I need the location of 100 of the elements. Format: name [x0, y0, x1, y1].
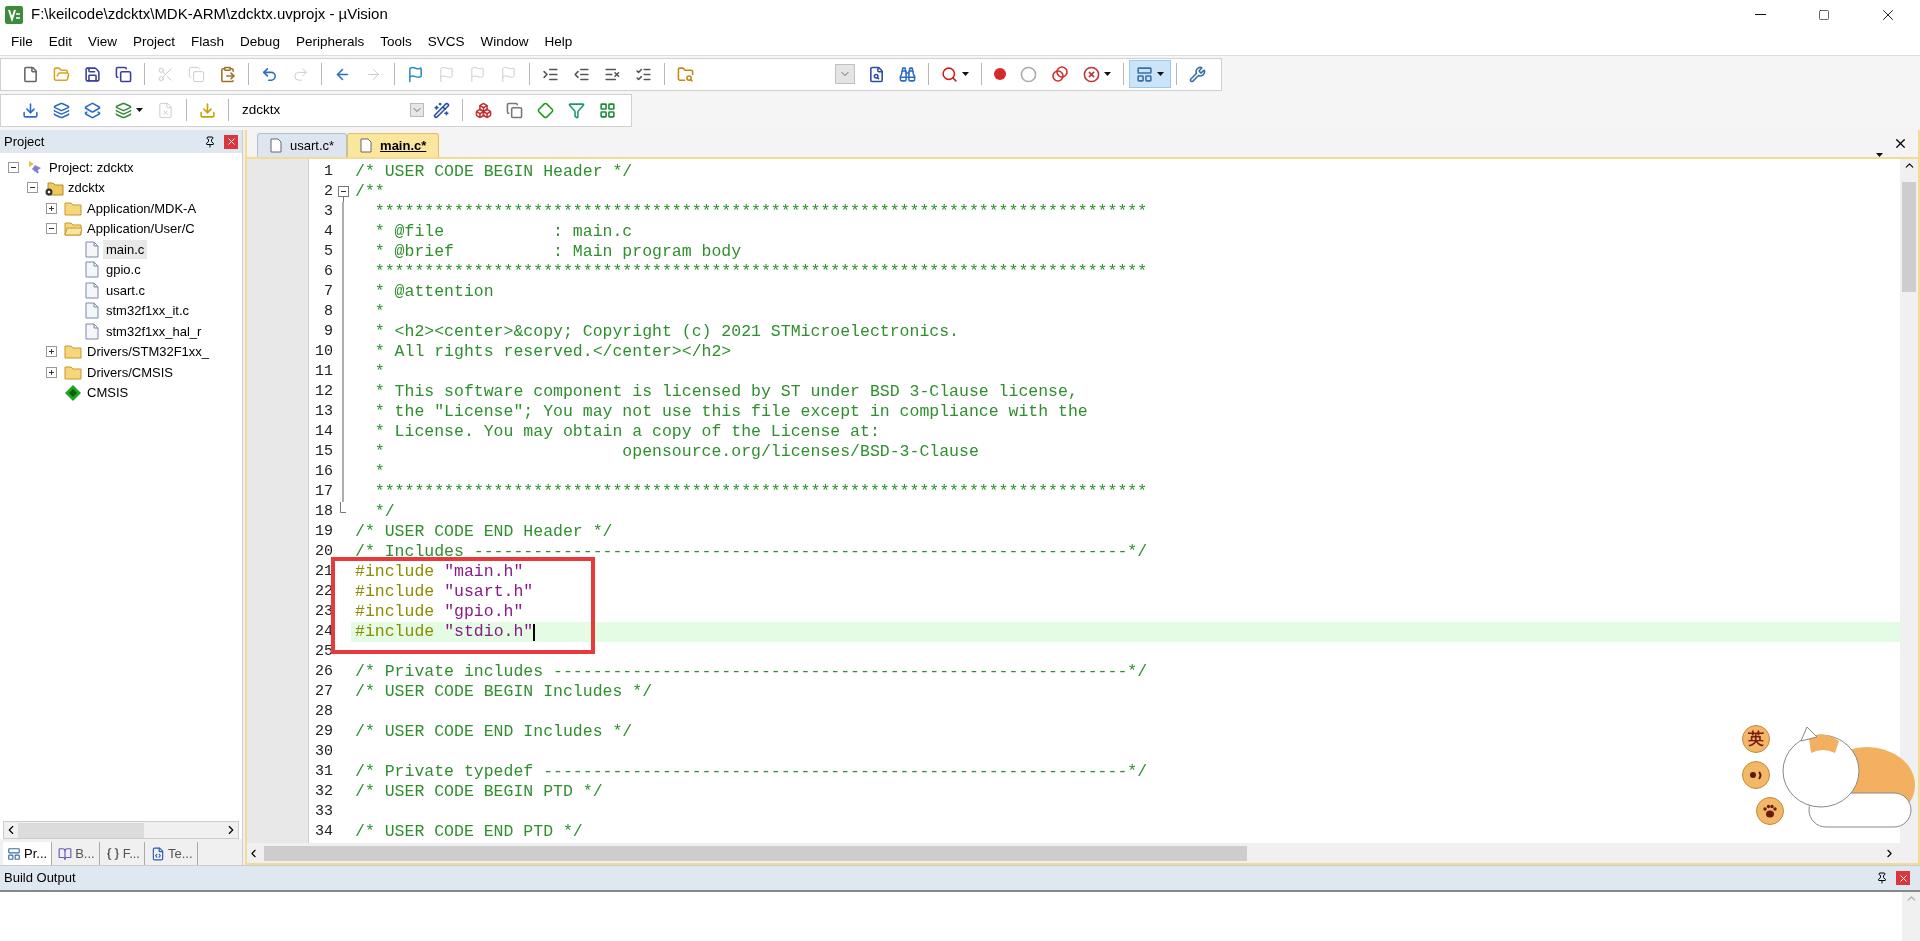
- code-line: * This software component is licensed by ST under BSD 3-Clause license,: [373, 380, 1078, 403]
- expand-icon[interactable]: [46, 202, 57, 214]
- tree-item[interactable]: main.c: [103, 239, 148, 259]
- tree-item[interactable]: zdcktx: [65, 178, 108, 198]
- project-window-icon: [7, 846, 21, 861]
- menu-item[interactable]: Debug: [232, 31, 288, 53]
- code-line: /* Includes ------------------------------------------------------------------*/: [355, 540, 1148, 563]
- line-number: 10: [314, 341, 334, 362]
- menu-item[interactable]: Peripherals: [287, 31, 373, 53]
- line-number: 27: [314, 681, 334, 702]
- pin-icon[interactable]: [204, 135, 216, 148]
- template-icon: [151, 846, 165, 861]
- restore-icon: [1818, 8, 1830, 21]
- expand-icon[interactable]: [46, 366, 57, 378]
- panel-tab[interactable]: Pr...: [3, 842, 53, 865]
- menu-item[interactable]: Flash: [183, 31, 233, 53]
- scrollbar-thumb[interactable]: [1902, 182, 1916, 292]
- tree-item[interactable]: CMSIS: [84, 383, 132, 403]
- code-line: ******************************************************************************: [373, 480, 1148, 503]
- text-cursor: [533, 623, 536, 641]
- code-line: /* USER CODE END PTD */: [355, 820, 583, 843]
- line-number: 14: [314, 421, 334, 442]
- collapse-icon[interactable]: [8, 161, 19, 173]
- tree-item[interactable]: Application/User/C: [84, 219, 198, 239]
- line-number: 34: [314, 821, 334, 842]
- line-number: 30: [314, 741, 334, 762]
- minimize-icon: [1754, 14, 1766, 15]
- collapse-icon[interactable]: [46, 223, 57, 235]
- scrollbar-thumb[interactable]: [264, 845, 1247, 861]
- tree-item[interactable]: stm32f1xx_it.c: [103, 301, 193, 321]
- code-line: /* USER CODE BEGIN PTD */: [355, 780, 603, 803]
- menu-item[interactable]: Window: [472, 31, 537, 53]
- paw-icon: [1762, 803, 1778, 819]
- line-number: 32: [314, 781, 334, 802]
- tree-item[interactable]: gpio.c: [103, 260, 144, 280]
- pin-icon[interactable]: [1876, 872, 1888, 884]
- tree-item[interactable]: usart.c: [103, 280, 148, 300]
- panel-title: Project: [4, 132, 46, 151]
- collapse-icon[interactable]: [27, 182, 38, 194]
- line-number: 18: [314, 501, 334, 522]
- menu-item[interactable]: Tools: [372, 31, 420, 53]
- line-number: 28: [314, 701, 334, 722]
- tree-item[interactable]: Application/MDK-A: [84, 198, 200, 218]
- code-line: ******************************************************************************: [373, 200, 1148, 223]
- file-icon: [360, 138, 373, 153]
- books-icon: [58, 846, 73, 861]
- menu-item[interactable]: Project: [125, 31, 184, 53]
- vertical-scrollbar[interactable]: [1900, 159, 1918, 843]
- diamond-icon: [65, 384, 81, 401]
- line-number: 5: [323, 241, 334, 262]
- folder-gear-icon: [44, 179, 64, 196]
- line-number: 13: [314, 401, 334, 422]
- expand-icon[interactable]: [46, 346, 57, 358]
- code-line: * the "License"; You may not use this file except in compliance with the: [373, 400, 1088, 423]
- panel-close-button[interactable]: [1896, 871, 1910, 885]
- scrollbar-thumb[interactable]: [18, 822, 144, 838]
- line-number: 4: [323, 221, 334, 242]
- close-icon[interactable]: [1893, 136, 1908, 151]
- line-number: 3: [323, 201, 334, 222]
- file-icon: [270, 138, 282, 153]
- file-tab[interactable]: usart.c*: [257, 133, 348, 157]
- line-number: 20: [314, 541, 334, 562]
- file-tab[interactable]: main.c*: [347, 133, 440, 157]
- code-line: * @file : main.c: [373, 220, 633, 243]
- panel-tab[interactable]: B...: [54, 842, 100, 865]
- horizontal-scrollbar[interactable]: [3, 821, 239, 839]
- tree-item[interactable]: Drivers/CMSIS: [84, 362, 176, 382]
- menu-item[interactable]: File: [3, 31, 41, 53]
- line-number: 7: [323, 281, 334, 302]
- line-number: 2: [323, 181, 334, 202]
- line-number: 8: [323, 301, 334, 322]
- menu-item[interactable]: View: [80, 31, 126, 53]
- code-line: #include "gpio.h": [355, 600, 524, 623]
- panel-tab[interactable]: Te...: [147, 842, 198, 865]
- code-line: */: [373, 500, 395, 523]
- code-line: /* USER CODE END Header */: [355, 520, 613, 543]
- code-line: * @brief : Main program body: [373, 240, 742, 263]
- code-line: #include "usart.h": [355, 580, 534, 603]
- tree-item[interactable]: Drivers/STM32F1xx_: [84, 342, 213, 362]
- panel-title: Build Output: [4, 869, 77, 888]
- code-line: * <h2><center>&copy; Copyright (c) 2021 STMicroelectronics.: [373, 320, 959, 343]
- line-number: 26: [314, 661, 334, 682]
- menu-item[interactable]: Help: [536, 31, 581, 53]
- tree-item[interactable]: Project: zdcktx: [46, 157, 137, 177]
- panel-tab[interactable]: F...: [101, 842, 145, 865]
- vertical-scrollbar[interactable]: [1902, 892, 1920, 941]
- toolbar-button[interactable]: [1129, 60, 1171, 88]
- line-number: 21: [314, 561, 334, 582]
- menu-item[interactable]: Edit: [40, 31, 81, 53]
- code-line: #include "main.h": [355, 560, 524, 583]
- panel-close-button[interactable]: [224, 134, 238, 149]
- caret-icon: [1876, 153, 1883, 157]
- line-number: 29: [314, 721, 334, 742]
- open-folder-icon: [64, 221, 82, 237]
- tree-item[interactable]: stm32f1xx_hal_r: [103, 321, 205, 341]
- code-line: /* USER CODE BEGIN Includes */: [355, 680, 653, 703]
- chevron-icon: [410, 103, 424, 117]
- line-number: 16: [314, 461, 334, 482]
- menu-item[interactable]: SVCS: [419, 31, 473, 53]
- code-line: /* USER CODE BEGIN Header */: [355, 160, 633, 183]
